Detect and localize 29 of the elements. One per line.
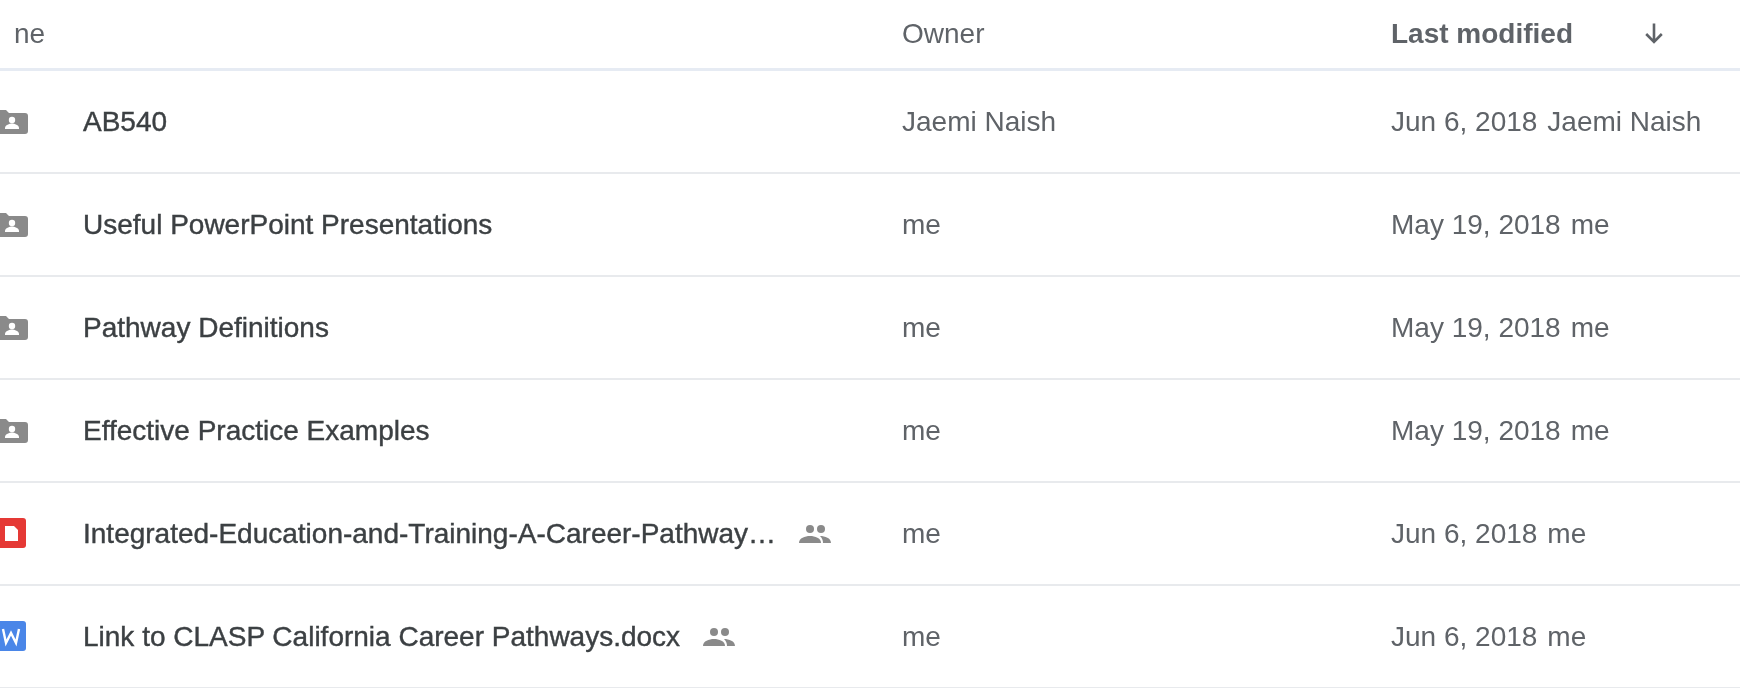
modified-date: Jun 6, 2018 <box>1391 517 1538 550</box>
owner-name: me <box>902 414 941 446</box>
modified-date: May 19, 2018 <box>1391 414 1561 447</box>
modified-by: Jaemi Naish <box>1547 105 1702 138</box>
pdf-file-icon <box>0 517 26 548</box>
modified-by: me <box>1570 311 1610 344</box>
modified-date: Jun 6, 2018 <box>1391 620 1538 653</box>
column-header[interactable]: Owner <box>902 18 985 50</box>
file-name[interactable]: Integrated-Education-and-Training-A-Career-Pathway… <box>83 517 777 550</box>
modified-by: me <box>1570 208 1610 241</box>
file-name[interactable]: Link to CLASP California Career Pathways.docx <box>83 620 681 653</box>
owner-name: me <box>902 620 941 652</box>
modified-by: me <box>1547 620 1587 653</box>
modified-by: me <box>1547 517 1587 550</box>
modified-date: May 19, 2018 <box>1391 208 1561 241</box>
column-header[interactable]: ne <box>14 18 46 50</box>
owner-name: me <box>902 208 941 240</box>
owner-name: Jaemi Naish <box>902 105 1057 137</box>
column-header[interactable]: Last modified <box>1391 18 1573 50</box>
file-name[interactable]: AB540 <box>83 105 168 138</box>
file-name[interactable]: Useful PowerPoint Presentations <box>83 208 493 241</box>
file-name[interactable]: Pathway Definitions <box>83 311 329 344</box>
modified-by: me <box>1570 414 1610 447</box>
word-file-icon <box>0 620 26 651</box>
modified-date: May 19, 2018 <box>1391 311 1561 344</box>
owner-name: me <box>902 311 941 343</box>
owner-name: me <box>902 517 941 549</box>
modified-date: Jun 6, 2018 <box>1391 105 1538 138</box>
file-name[interactable]: Effective Practice Examples <box>83 414 430 447</box>
